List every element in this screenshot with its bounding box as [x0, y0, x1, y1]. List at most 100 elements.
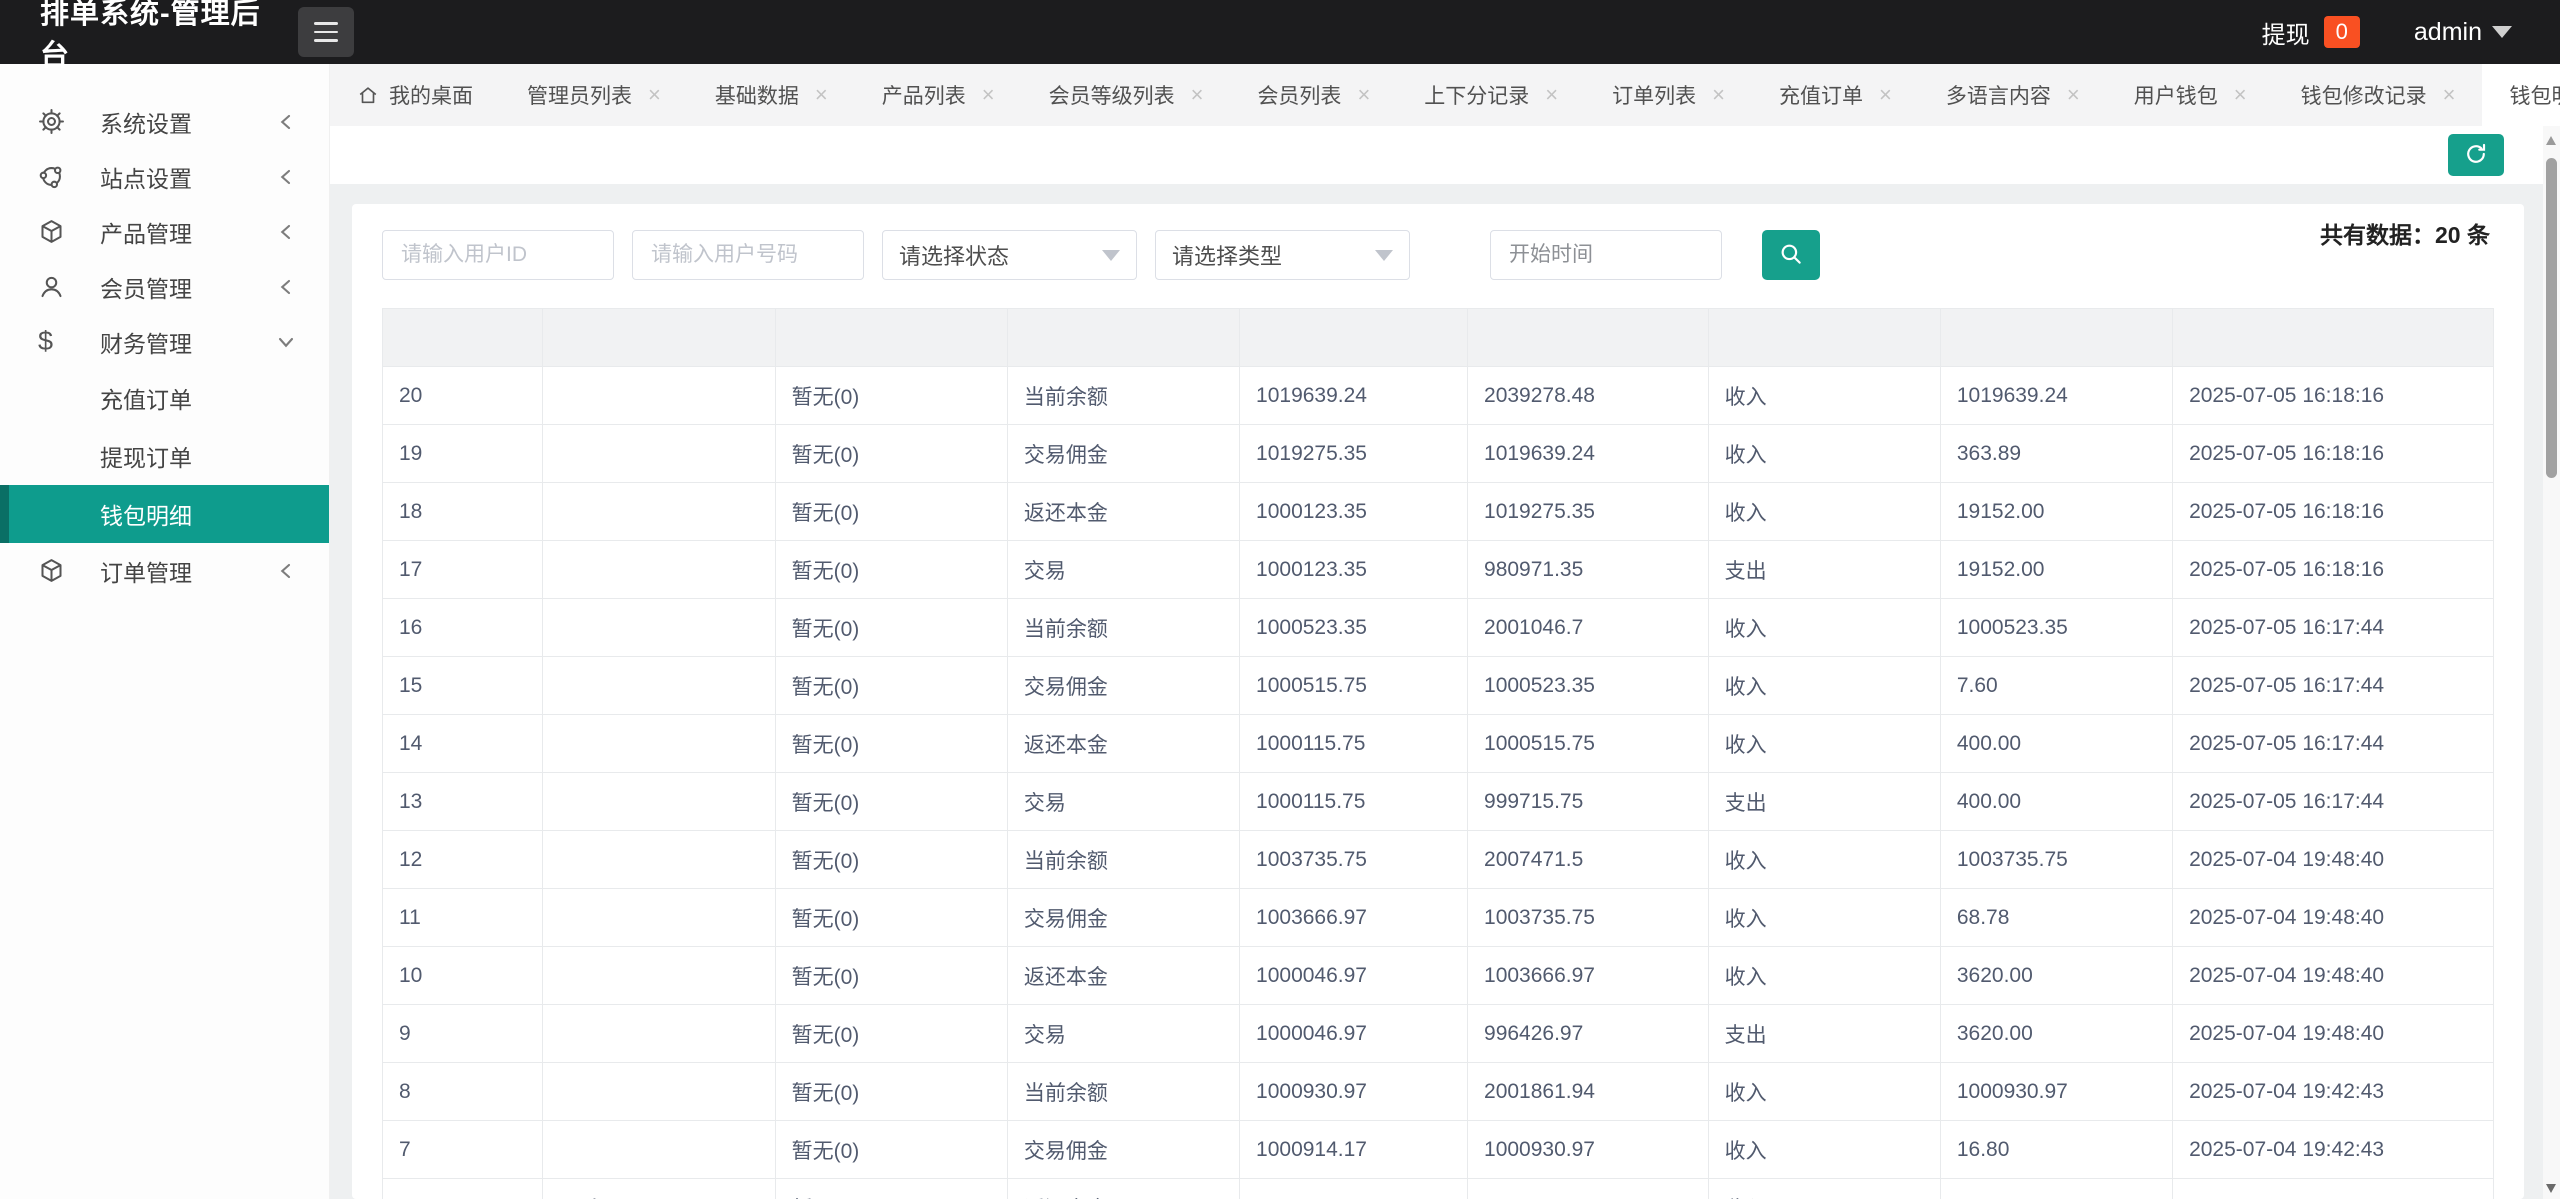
dollar-icon: $: [38, 328, 70, 356]
tab-close-icon[interactable]: ×: [815, 82, 828, 108]
sidebar-item[interactable]: 站点设置: [0, 149, 329, 204]
chevron-down-icon: [277, 333, 295, 351]
cell-user: [543, 425, 775, 483]
tab[interactable]: 订单列表 ×: [1585, 64, 1752, 126]
box-icon: [38, 218, 70, 246]
cell-before: 1000914.17: [1240, 1121, 1468, 1179]
cell-parent-user: 暂无(0): [775, 831, 1007, 889]
search-button[interactable]: [1762, 230, 1820, 280]
cell-after: 996426.97: [1468, 1005, 1709, 1063]
cell-id: 6: [383, 1179, 543, 1199]
cell-user: [543, 889, 775, 947]
start-time-input[interactable]: [1490, 230, 1722, 280]
cell-parent-user: 暂无(0): [775, 1005, 1007, 1063]
tab[interactable]: 上下分记录 ×: [1397, 64, 1585, 126]
tab[interactable]: 产品列表 ×: [855, 64, 1022, 126]
cell-user: [543, 1121, 775, 1179]
cell-before: 1000046.97: [1240, 947, 1468, 1005]
home-icon: [357, 84, 379, 106]
tab-label: 钱包明细: [2509, 80, 2560, 110]
refresh-button[interactable]: [2448, 134, 2504, 176]
tab[interactable]: 会员列表 ×: [1230, 64, 1397, 126]
withdraw-link[interactable]: 提现: [2262, 15, 2310, 50]
cell-parent-user: 暂无(0): [775, 947, 1007, 1005]
type-select[interactable]: 请选择类型: [1155, 230, 1410, 280]
cell-before: 1003735.75: [1240, 831, 1468, 889]
tab[interactable]: 管理员列表 ×: [500, 64, 688, 126]
sidebar-item[interactable]: 产品管理: [0, 204, 329, 259]
user-icon: [38, 273, 70, 301]
user-menu[interactable]: admin: [2414, 18, 2512, 47]
user-number-input[interactable]: [632, 230, 864, 280]
cell-parent-user: 暂无(0): [775, 889, 1007, 947]
cell-status: 收入: [1708, 1179, 1940, 1199]
sidebar: 系统设置 站点设置 产品管理 会员管理 $ 财务管理 充值订单: [0, 64, 330, 1199]
tab-close-icon[interactable]: ×: [2234, 82, 2247, 108]
cell-type: 交易佣金: [1007, 657, 1239, 715]
tab-label: 我的桌面: [389, 80, 473, 110]
cell-type: 当前余额: [1007, 599, 1239, 657]
cell-parent-user: 暂无(0): [775, 1121, 1007, 1179]
tab-close-icon[interactable]: ×: [2067, 82, 2080, 108]
cell-created-time: 2025-07-05 16:17:44: [2173, 657, 2494, 715]
chevron-down-icon: [1375, 250, 1393, 261]
column-header: [1708, 309, 1940, 367]
tab[interactable]: 钱包修改记录 ×: [2274, 64, 2483, 126]
scroll-up-icon[interactable]: [2546, 136, 2556, 145]
tab[interactable]: 充值订单 ×: [1752, 64, 1919, 126]
tab-close-icon[interactable]: ×: [982, 82, 995, 108]
column-header: [1940, 309, 2172, 367]
app-header: 排单系统-管理后台 提现 0 admin: [0, 0, 2560, 64]
cell-created-time: 2025-07-05 16:18:16: [2173, 425, 2494, 483]
sidebar-item[interactable]: 系统设置: [0, 94, 329, 149]
sidebar-item[interactable]: 订单管理: [0, 543, 329, 598]
table-row: 12 暂无(0) 当前余额 1003735.75 2007471.5 收入 10…: [383, 831, 2494, 889]
tab[interactable]: 会员等级列表 ×: [1022, 64, 1231, 126]
sidebar-item-label: 站点设置: [100, 160, 192, 194]
vertical-scrollbar[interactable]: [2543, 126, 2560, 1199]
cell-after: 1000515.75: [1468, 715, 1709, 773]
table-row: 14 暂无(0) 返还本金 1000115.75 1000515.75 收入 4…: [383, 715, 2494, 773]
scroll-down-icon[interactable]: [2546, 1184, 2556, 1193]
tab-close-icon[interactable]: ×: [1712, 82, 1725, 108]
user-id-input[interactable]: [382, 230, 614, 280]
sidebar-toggle-button[interactable]: [298, 7, 354, 57]
tab-close-icon[interactable]: ×: [1191, 82, 1204, 108]
tab[interactable]: 用户钱包 ×: [2107, 64, 2274, 126]
tab[interactable]: 我的桌面: [330, 64, 500, 126]
tab-close-icon[interactable]: ×: [1545, 82, 1558, 108]
tab-label: 充值订单: [1779, 80, 1863, 110]
tab-close-icon[interactable]: ×: [1357, 82, 1370, 108]
cell-before: 1000930.97: [1240, 1063, 1468, 1121]
cell-parent-user: 暂无(0): [775, 1179, 1007, 1199]
withdraw-count-badge[interactable]: 0: [2324, 16, 2360, 48]
cell-before: 1003666.97: [1240, 889, 1468, 947]
sidebar-item[interactable]: 充值订单: [0, 369, 329, 427]
tab[interactable]: 钱包明细 ×: [2482, 64, 2560, 126]
tab-close-icon[interactable]: ×: [2443, 82, 2456, 108]
chevron-left-icon: [277, 168, 295, 186]
sidebar-item[interactable]: $ 财务管理: [0, 314, 329, 369]
cell-amount: 1000523.35: [1940, 599, 2172, 657]
table-row: 9 暂无(0) 交易 1000046.97 996426.97 支出 3620.…: [383, 1005, 2494, 1063]
sidebar-item[interactable]: 会员管理: [0, 259, 329, 314]
scrollbar-thumb[interactable]: [2546, 158, 2557, 478]
cell-id: 7: [383, 1121, 543, 1179]
sidebar-item[interactable]: 提现订单: [0, 427, 329, 485]
tab-close-icon[interactable]: ×: [1879, 82, 1892, 108]
cell-after: 1003735.75: [1468, 889, 1709, 947]
sidebar-item-label: 会员管理: [100, 270, 192, 304]
table-row: 19 暂无(0) 交易佣金 1019275.35 1019639.24 收入 3…: [383, 425, 2494, 483]
tab[interactable]: 基础数据 ×: [688, 64, 855, 126]
tab[interactable]: 多语言内容 ×: [1919, 64, 2107, 126]
status-select[interactable]: 请选择状态: [882, 230, 1137, 280]
table-header-row: [383, 309, 2494, 367]
cell-parent-user: 暂无(0): [775, 715, 1007, 773]
cell-user: [543, 599, 775, 657]
cell-type: 当前余额: [1007, 367, 1239, 425]
tab-close-icon[interactable]: ×: [648, 82, 661, 108]
cell-after: 1003666.97: [1468, 947, 1709, 1005]
sidebar-item[interactable]: 钱包明细: [0, 485, 329, 543]
cell-user: [543, 947, 775, 1005]
cell-before: 1000515.75: [1240, 657, 1468, 715]
